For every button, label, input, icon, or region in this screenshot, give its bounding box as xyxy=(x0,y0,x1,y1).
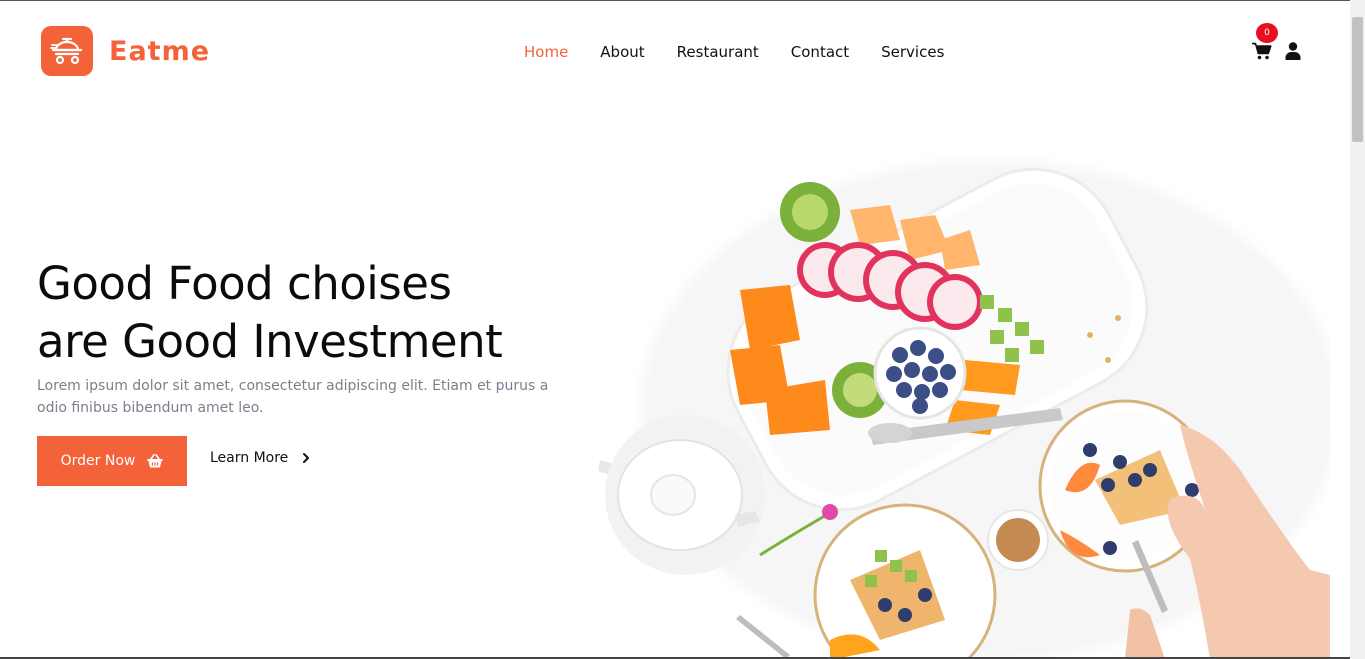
user-icon[interactable] xyxy=(1285,42,1301,60)
nav-restaurant[interactable]: Restaurant xyxy=(677,42,759,62)
learn-more-button[interactable]: Learn More xyxy=(210,450,310,466)
nav-about[interactable]: About xyxy=(600,42,644,62)
delivery-scooter-icon xyxy=(41,26,93,76)
cart-icon[interactable] xyxy=(1252,42,1272,60)
hero-description: Lorem ipsum dolor sit amet, consectetur … xyxy=(37,378,549,416)
hero-title: Good Food choises are Good Investment xyxy=(37,255,597,371)
order-now-button[interactable]: Order Now xyxy=(37,436,187,486)
brand-logo[interactable]: Eatme xyxy=(41,26,210,76)
cart-count-badge: 0 xyxy=(1256,23,1278,43)
nav-services[interactable]: Services xyxy=(881,42,944,62)
hero-title-line-1: Good Food choises xyxy=(37,257,452,310)
main-nav: Home About Restaurant Contact Services xyxy=(524,42,976,62)
learn-more-label: Learn More xyxy=(210,450,289,466)
scrollbar-thumb[interactable] xyxy=(1352,17,1363,142)
basket-icon xyxy=(147,454,163,468)
window-top-border xyxy=(0,0,1365,1)
order-now-label: Order Now xyxy=(60,453,136,469)
page-scrollbar[interactable] xyxy=(1350,0,1365,659)
nav-home[interactable]: Home xyxy=(524,42,568,62)
hero-title-line-2: are Good Investment xyxy=(37,315,503,368)
chevron-right-icon xyxy=(303,453,310,463)
food-platter-image xyxy=(598,160,1330,659)
nav-contact[interactable]: Contact xyxy=(791,42,849,62)
brand-name: Eatme xyxy=(109,35,211,67)
